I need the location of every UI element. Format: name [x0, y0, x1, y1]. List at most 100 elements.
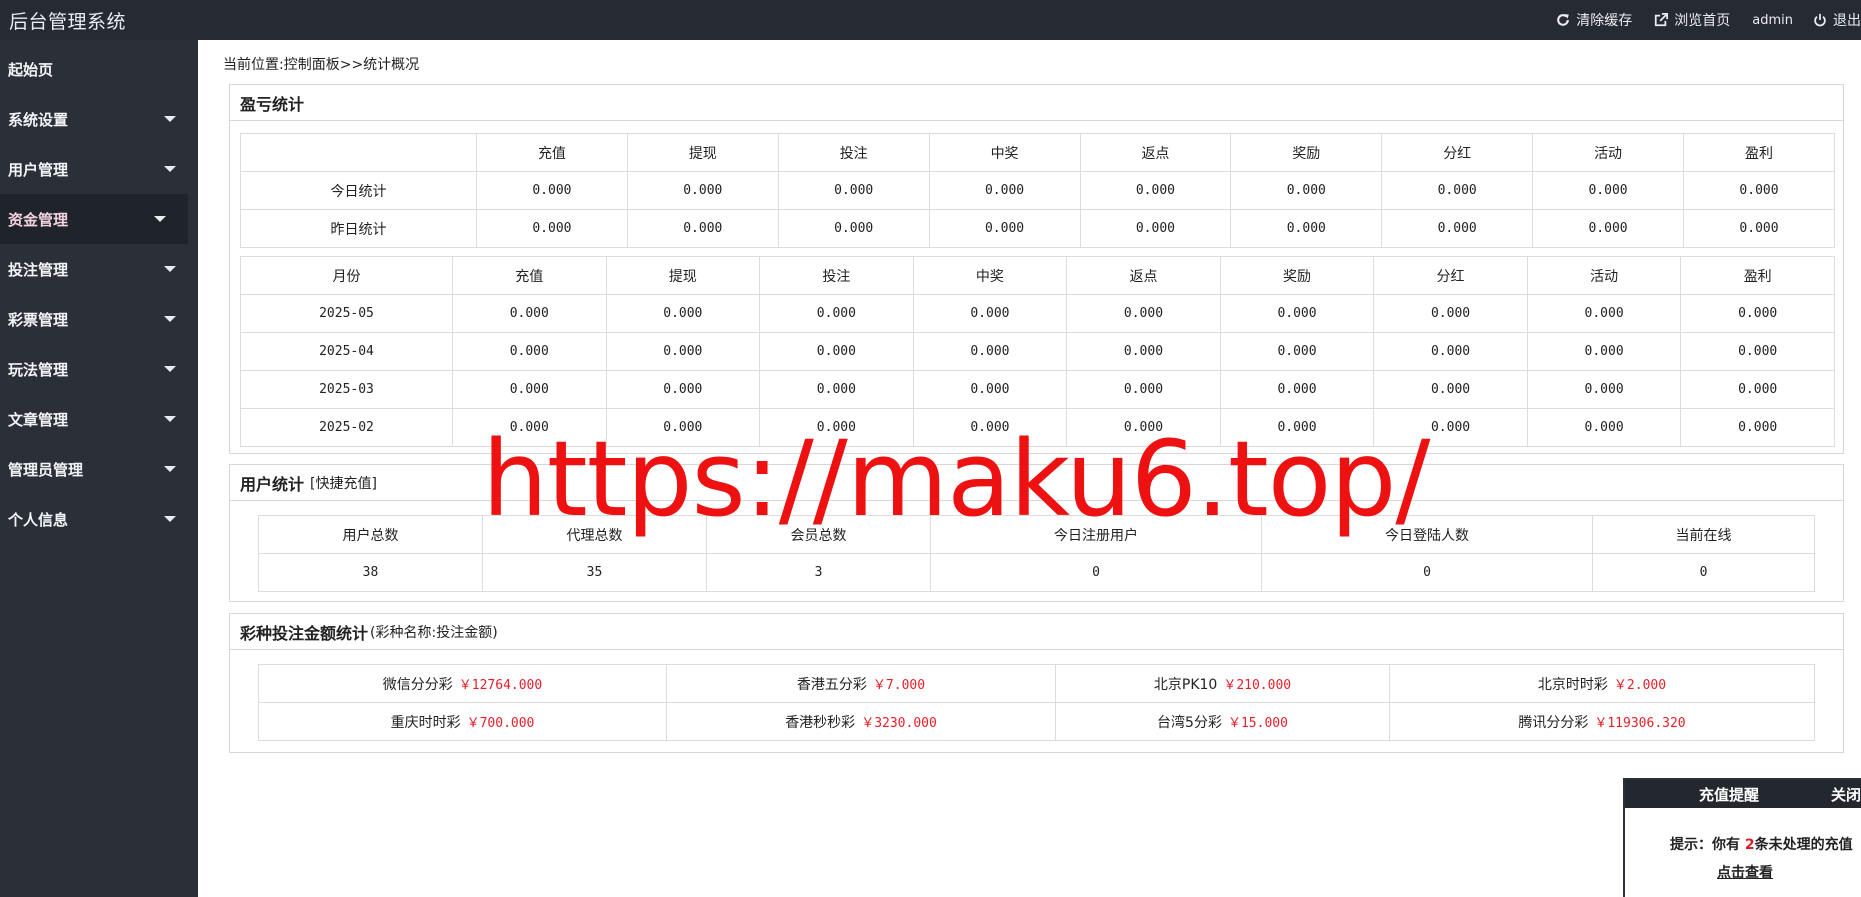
table-cell: 0 [1592, 553, 1815, 592]
daily-profit-table: 充值 提现 投注 中奖 返点 奖励 分红 活动 盈利 今日统计 0.000 0.… [240, 133, 1835, 248]
sidebar-item-start[interactable]: 起始页 [0, 44, 198, 94]
lottery-cell: 北京时时彩 ￥2.000 [1389, 664, 1815, 703]
lottery-name: 微信分分彩 [382, 676, 453, 693]
lottery-stats-panel: 彩种投注金额统计 (彩种名称:投注金额) 微信分分彩 ￥12764.000 香港五… [229, 613, 1844, 753]
sidebar: 起始页 系统设置 用户管理 资金管理 投注管理 彩票管理 玩法管理 文章管理 管… [0, 40, 198, 897]
view-recharges-link[interactable]: 点击查看 [1717, 862, 1861, 882]
lottery-amount: ￥119306.320 [1594, 715, 1686, 731]
table-header-row: 用户总数 代理总数 会员总数 今日注册用户 今日登陆人数 当前在线 [258, 515, 1815, 554]
table-row: 微信分分彩 ￥12764.000 香港五分彩 ￥7.000 北京PK10 ￥210.0… [258, 664, 1815, 703]
caret-down-icon [164, 316, 176, 322]
sidebar-item-funds[interactable]: 资金管理 [0, 194, 188, 244]
lottery-name: 腾讯分分彩 [1518, 714, 1589, 731]
table-header-cell: 返点 [1066, 256, 1221, 295]
table-cell: 0.000 [1079, 171, 1232, 210]
popup-close-button[interactable]: 关闭 [1831, 784, 1861, 805]
table-header-cell: 投注 [777, 133, 930, 172]
sidebar-item-bets[interactable]: 投注管理 [0, 244, 198, 294]
browse-home-button[interactable]: 浏览首页 [1654, 10, 1730, 30]
lottery-name: 北京PK10 [1153, 676, 1218, 693]
table-cell: 0.000 [1680, 332, 1835, 371]
logout-button[interactable]: 退出 [1813, 10, 1861, 30]
table-cell: 0.000 [605, 370, 761, 409]
lottery-name: 香港五分彩 [796, 676, 867, 693]
table-header-cell [240, 133, 477, 172]
power-icon [1814, 13, 1826, 27]
table-header-cell: 中奖 [912, 256, 1068, 295]
clear-cache-button[interactable]: 清除缓存 [1556, 10, 1632, 30]
table-cell: 0.000 [1680, 370, 1835, 409]
table-cell: 0.000 [777, 209, 930, 248]
table-cell: 0.000 [1373, 294, 1528, 333]
pending-recharge-count: 2 [1744, 837, 1755, 853]
user-stats-title: 用户统计 [240, 474, 305, 494]
sidebar-item-users[interactable]: 用户管理 [0, 144, 198, 194]
table-cell: 0.000 [1066, 408, 1221, 447]
table-cell: 0.000 [452, 408, 607, 447]
table-cell: 0.000 [1066, 294, 1221, 333]
table-header-cell: 今日注册用户 [930, 515, 1262, 554]
monthly-profit-table: 月份 充值 提现 投注 中奖 返点 奖励 分红 活动 盈利 2025-05 0.… [240, 256, 1835, 447]
row-label: 今日统计 [240, 171, 477, 210]
table-header-cell: 当前在线 [1592, 515, 1815, 554]
table-row: 昨日统计 0.000 0.000 0.000 0.000 0.000 0.000… [240, 209, 1835, 248]
table-cell: 0.000 [1381, 209, 1534, 248]
table-header-row: 月份 充值 提现 投注 中奖 返点 奖励 分红 活动 盈利 [240, 256, 1835, 295]
sidebar-item-play-modes[interactable]: 玩法管理 [0, 344, 198, 394]
table-cell: 0.000 [1381, 171, 1534, 210]
table-cell: 0.000 [1683, 171, 1835, 210]
table-header-cell: 充值 [476, 133, 628, 172]
table-cell: 0.000 [759, 370, 914, 409]
table-cell: 3 [706, 553, 931, 592]
table-cell: 0.000 [912, 408, 1068, 447]
sidebar-item-lottery[interactable]: 彩票管理 [0, 294, 198, 344]
row-label: 昨日统计 [240, 209, 477, 248]
lottery-amount: ￥210.000 [1223, 677, 1292, 693]
table-cell: 0.000 [605, 408, 761, 447]
row-label: 2025-02 [240, 408, 453, 447]
table-cell: 0.000 [1066, 370, 1221, 409]
table-header-cell: 提现 [605, 256, 761, 295]
sidebar-item-admins[interactable]: 管理员管理 [0, 444, 198, 494]
table-row: 今日统计 0.000 0.000 0.000 0.000 0.000 0.000… [240, 171, 1835, 210]
refresh-icon [1557, 14, 1570, 26]
table-header-cell: 返点 [1079, 133, 1232, 172]
current-user: admin [1752, 12, 1793, 28]
lottery-stats-header: 彩种投注金额统计 (彩种名称:投注金额) [230, 614, 1843, 650]
table-cell: 0.000 [1526, 408, 1682, 447]
table-header-cell: 分红 [1373, 256, 1528, 295]
lottery-cell: 重庆时时彩 ￥700.000 [258, 702, 667, 741]
caret-down-icon [164, 266, 176, 272]
caret-down-icon [164, 116, 176, 122]
sidebar-item-label: 资金管理 [8, 210, 69, 229]
top-actions: 清除缓存 浏览首页 admin 退出 [1556, 0, 1861, 40]
quick-recharge-link[interactable]: [快捷充值] [310, 473, 377, 493]
sidebar-item-profile[interactable]: 个人信息 [0, 494, 198, 544]
sidebar-item-label: 系统设置 [8, 110, 69, 129]
table-header-cell: 中奖 [928, 133, 1081, 172]
popup-title: 充值提醒 [1699, 785, 1760, 804]
table-cell: 0.000 [1373, 370, 1528, 409]
browse-home-label: 浏览首页 [1674, 13, 1731, 29]
popup-body: 提示：你有 2条未处理的充值 点击查看 [1625, 808, 1861, 882]
table-cell: 0.000 [626, 171, 779, 210]
table-cell: 0.000 [605, 294, 761, 333]
table-row: 2025-02 0.000 0.000 0.000 0.000 0.000 0.… [240, 408, 1835, 447]
table-header-cell: 盈利 [1680, 256, 1835, 295]
sidebar-item-system-settings[interactable]: 系统设置 [0, 94, 198, 144]
table-header-cell: 月份 [240, 256, 453, 295]
caret-down-icon [164, 166, 176, 172]
sidebar-item-label: 个人信息 [8, 510, 69, 529]
table-cell: 0.000 [452, 370, 607, 409]
clear-cache-label: 清除缓存 [1576, 13, 1633, 29]
table-header-cell: 活动 [1526, 256, 1682, 295]
table-cell: 0 [930, 553, 1262, 592]
lottery-stats-title: 彩种投注金额统计 [240, 623, 369, 643]
popup-prefix: 提示：你有 [1670, 837, 1740, 853]
table-header-cell: 会员总数 [706, 515, 931, 554]
table-cell: 0.000 [759, 332, 914, 371]
lottery-stats-table: 微信分分彩 ￥12764.000 香港五分彩 ￥7.000 北京PK10 ￥210.0… [258, 664, 1815, 741]
profit-panel-title: 盈亏统计 [230, 85, 1843, 121]
table-cell: 0.000 [1373, 408, 1528, 447]
sidebar-item-articles[interactable]: 文章管理 [0, 394, 198, 444]
